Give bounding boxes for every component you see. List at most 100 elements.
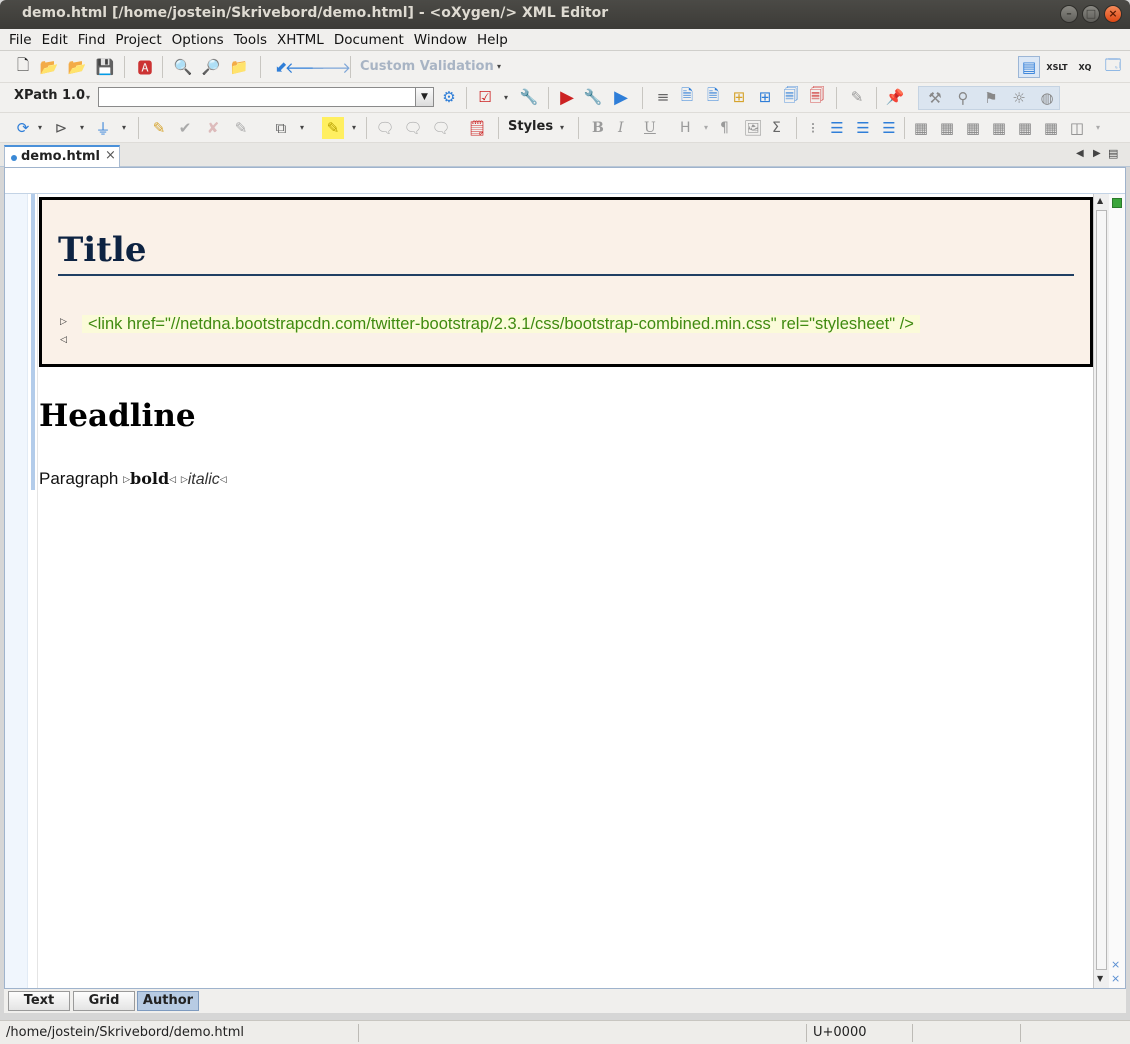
bold-start-tag-icon[interactable]: ▷ bbox=[123, 474, 130, 484]
new-file-icon[interactable]: 🗋 bbox=[12, 56, 34, 78]
scrollbar-thumb[interactable] bbox=[1096, 210, 1107, 970]
xquery-icon[interactable]: XQ bbox=[1074, 56, 1096, 78]
scroll-up-icon[interactable]: ▲ bbox=[1097, 196, 1103, 205]
tags-display-icon[interactable]: ⊳ bbox=[50, 117, 72, 139]
menu-edit[interactable]: Edit bbox=[37, 29, 73, 50]
xpath-version-dropdown-icon[interactable]: ▾ bbox=[86, 93, 90, 102]
check-spelling-icon[interactable]: ✎ bbox=[846, 86, 868, 108]
comment-change-icon[interactable]: ✎ bbox=[230, 117, 252, 139]
tab-next-icon[interactable]: ▶ bbox=[1093, 148, 1101, 159]
filter-icon[interactable]: ⚲ bbox=[952, 87, 974, 109]
paragraph-text[interactable]: Paragraph bbox=[39, 469, 118, 488]
db-view-icon[interactable]: 🗔 bbox=[1102, 56, 1124, 78]
mode-tab-text[interactable]: Text bbox=[8, 991, 70, 1011]
save-icon[interactable]: 💾 bbox=[94, 56, 116, 78]
menu-find[interactable]: Find bbox=[73, 29, 111, 50]
apply-transformation-icon[interactable]: ▶ bbox=[556, 86, 578, 108]
manage-changes-dropdown-icon[interactable]: ▾ bbox=[300, 123, 304, 132]
insert-image-icon[interactable]: 🖼 bbox=[742, 117, 764, 139]
xslt-icon[interactable]: XSLT bbox=[1046, 56, 1068, 78]
join-cells-icon[interactable]: ◫ bbox=[1066, 117, 1088, 139]
xpath-history-dropdown-icon[interactable]: ▼ bbox=[416, 87, 434, 107]
custom-validation-button[interactable]: Custom Validation bbox=[360, 59, 494, 74]
mode-tab-author[interactable]: Author bbox=[137, 991, 199, 1011]
link-element[interactable]: <link href="//netdna.bootstrapcdn.com/tw… bbox=[82, 315, 920, 333]
link-end-tag-icon[interactable]: ◁ bbox=[60, 335, 67, 345]
author-editor[interactable]: Title ▷ <link href="//netdna.bootstrapcd… bbox=[4, 167, 1126, 989]
close-tab-icon[interactable]: × bbox=[105, 148, 116, 163]
italic-button[interactable]: I bbox=[618, 120, 624, 136]
menu-help[interactable]: Help bbox=[472, 29, 513, 50]
next-problem-icon[interactable]: ⨯ bbox=[1111, 972, 1120, 985]
styles-dropdown-icon[interactable]: ▾ bbox=[560, 123, 564, 132]
find-icon[interactable]: 🔍 bbox=[172, 56, 194, 78]
ordered-list-icon[interactable]: ☰ bbox=[852, 117, 874, 139]
validate-icon[interactable]: ☑ bbox=[474, 86, 496, 108]
globe-icon[interactable]: ◍ bbox=[1036, 87, 1058, 109]
link-start-tag-icon[interactable]: ▷ bbox=[60, 317, 67, 327]
menu-document[interactable]: Document bbox=[329, 29, 409, 50]
open-project-icon[interactable]: 📁 bbox=[228, 56, 250, 78]
highlight-dropdown-icon[interactable]: ▾ bbox=[352, 123, 356, 132]
unordered-list-icon[interactable]: ☰ bbox=[826, 117, 848, 139]
heading-button[interactable]: H bbox=[680, 120, 691, 136]
xpath-version-selector[interactable]: XPath 1.0 bbox=[14, 88, 85, 103]
heading-dropdown-icon[interactable]: ▾ bbox=[704, 123, 708, 132]
menu-window[interactable]: Window bbox=[409, 29, 472, 50]
reject-change-icon[interactable]: ✘ bbox=[202, 117, 224, 139]
accept-change-icon[interactable]: ✔ bbox=[174, 117, 196, 139]
remove-comment-icon[interactable]: 🗨 bbox=[430, 117, 452, 139]
xpath-settings-icon[interactable]: ⚙ bbox=[438, 86, 460, 108]
italic-end-tag-icon[interactable]: ◁ bbox=[220, 474, 227, 484]
list-icon[interactable]: ⁝ bbox=[802, 117, 824, 139]
document-icon-2[interactable]: 🗎 bbox=[702, 86, 724, 108]
paragraph-button[interactable]: ¶ bbox=[720, 120, 729, 136]
underline-button[interactable]: U bbox=[644, 120, 656, 136]
bold-button[interactable]: B bbox=[592, 120, 604, 136]
insert-equation-button[interactable]: Σ bbox=[772, 120, 781, 136]
refresh-references-icon[interactable]: ⟳ bbox=[12, 117, 34, 139]
manage-changes-icon[interactable]: ⧉ bbox=[270, 117, 292, 139]
italic-start-tag-icon[interactable]: ▷ bbox=[181, 474, 188, 484]
copy-icon[interactable]: 🗐 bbox=[806, 86, 828, 108]
find-in-files-icon[interactable]: 🔎 bbox=[200, 56, 222, 78]
bulb-icon[interactable]: ☼ bbox=[1008, 87, 1030, 109]
scroll-down-icon[interactable]: ▼ bbox=[1097, 974, 1103, 983]
maximize-icon[interactable]: □ bbox=[1082, 5, 1100, 23]
prev-problem-icon[interactable]: ⨯ bbox=[1111, 958, 1120, 971]
styles-menu[interactable]: Styles bbox=[508, 119, 553, 134]
vertical-scrollbar[interactable]: ▲ ▼ bbox=[1093, 194, 1109, 988]
pin-icon[interactable]: 📌 bbox=[884, 86, 906, 108]
print-pdf-icon[interactable]: 🅰 bbox=[134, 56, 156, 78]
bold-end-tag-icon[interactable]: ◁ bbox=[169, 474, 176, 484]
html-head-block[interactable]: Title ▷ <link href="//netdna.bootstrapcd… bbox=[39, 197, 1093, 367]
tab-demo-html[interactable]: demo.html × bbox=[4, 145, 120, 167]
manage-comments-icon[interactable]: 🗒 bbox=[466, 117, 488, 139]
delete-row-icon[interactable]: ▦ bbox=[1014, 117, 1036, 139]
paragraph[interactable]: Paragraph ▷bold◁ ▷italic◁ bbox=[39, 469, 227, 489]
headline[interactable]: Headline bbox=[39, 398, 196, 434]
configure-transformation-icon[interactable]: 🔧 bbox=[582, 86, 604, 108]
menu-tools[interactable]: Tools bbox=[229, 29, 272, 50]
definition-list-icon[interactable]: ☰ bbox=[878, 117, 900, 139]
edit-comment-icon[interactable]: 🗨 bbox=[402, 117, 424, 139]
track-changes-icon[interactable]: ✎ bbox=[148, 117, 170, 139]
menu-file[interactable]: File bbox=[4, 29, 37, 50]
flag-icon[interactable]: ⚑ bbox=[980, 87, 1002, 109]
italic-text[interactable]: italic bbox=[188, 471, 220, 488]
bold-text[interactable]: bold bbox=[130, 469, 169, 488]
tree-icon-1[interactable]: ⊞ bbox=[728, 86, 750, 108]
document-icon-1[interactable]: 🗎 bbox=[676, 86, 698, 108]
xpath-input[interactable] bbox=[98, 87, 416, 107]
format-indent-icon[interactable]: ≡ bbox=[652, 86, 674, 108]
tree-icon-2[interactable]: ⊞ bbox=[754, 86, 776, 108]
debug-icon[interactable]: ▶ bbox=[610, 86, 632, 108]
profiling-dropdown-icon[interactable]: ▾ bbox=[122, 123, 126, 132]
table-dropdown-icon[interactable]: ▾ bbox=[1096, 123, 1100, 132]
table-properties-icon[interactable]: ▦ bbox=[988, 117, 1010, 139]
author-view-icon[interactable]: ▤ bbox=[1018, 56, 1040, 78]
schema-icon[interactable]: 🗐 bbox=[780, 86, 802, 108]
tags-dropdown-icon[interactable]: ▾ bbox=[80, 123, 84, 132]
add-comment-icon[interactable]: 🗨 bbox=[374, 117, 396, 139]
profiling-filter-icon[interactable]: ⏚ bbox=[92, 117, 114, 139]
